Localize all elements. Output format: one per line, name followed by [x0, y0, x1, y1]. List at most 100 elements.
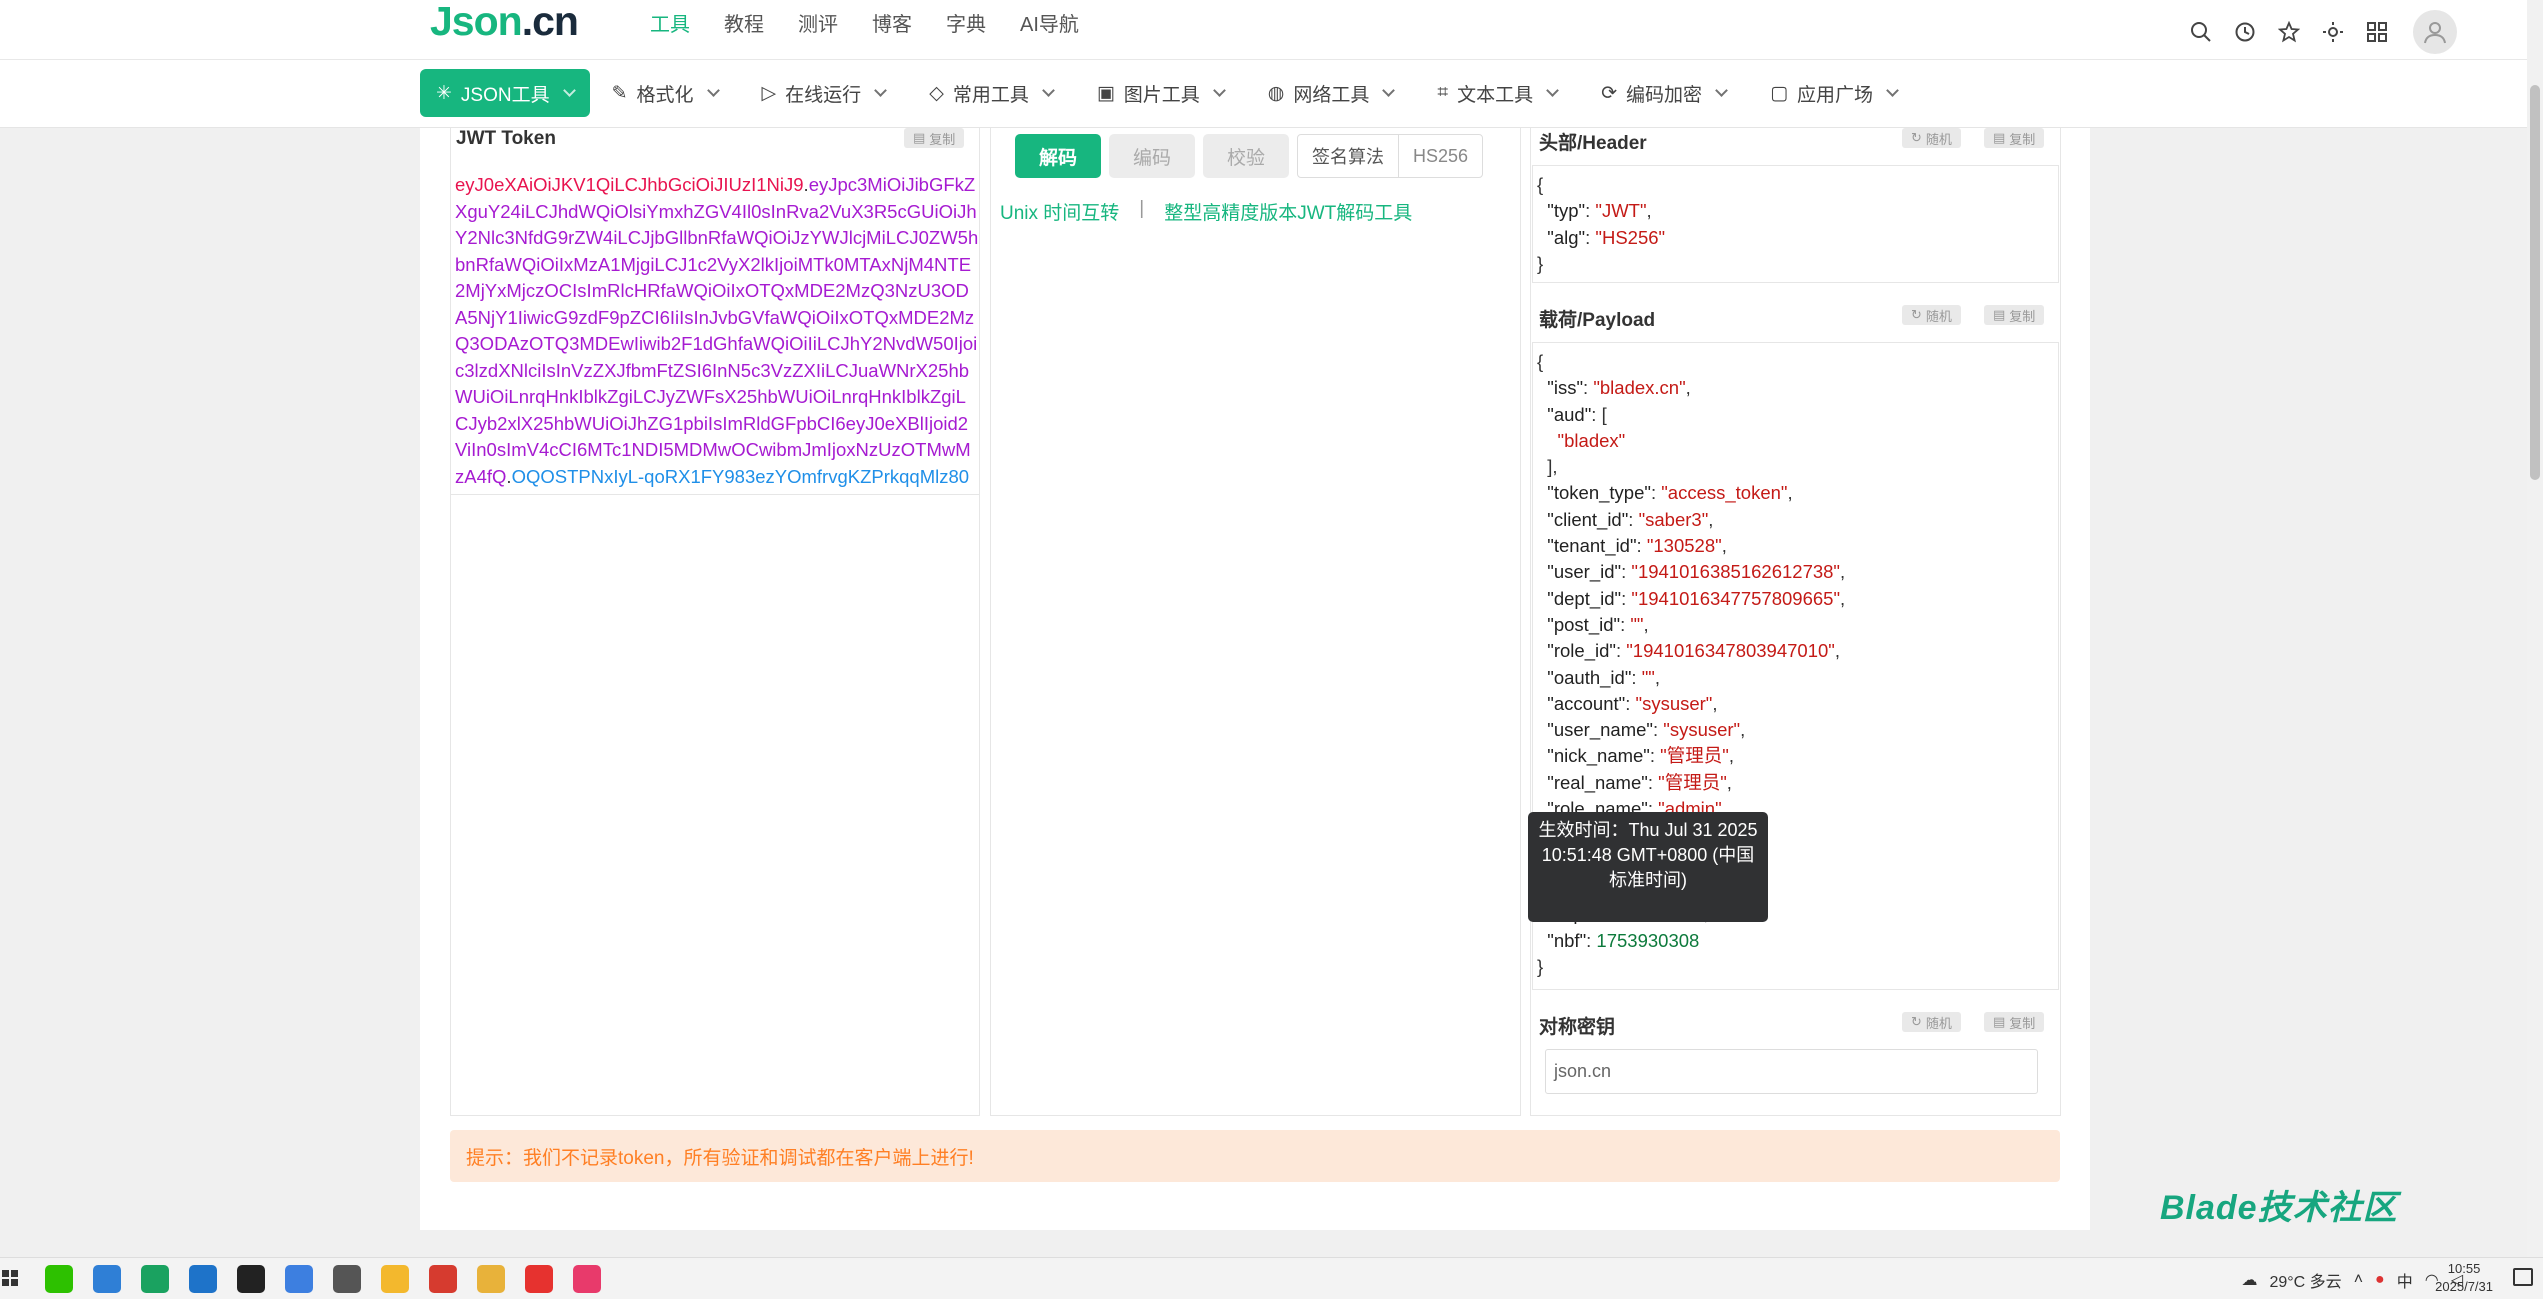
- toolnav-json-tools[interactable]: ✳ JSON工具: [420, 69, 590, 117]
- tray-chevron-icon[interactable]: ˄: [2354, 1271, 2363, 1289]
- app-pink-icon[interactable]: [573, 1265, 601, 1293]
- nav-tools[interactable]: 工具: [650, 8, 690, 37]
- json-string-value: "sysuser": [1635, 692, 1713, 714]
- nav-ai[interactable]: AI导航: [1020, 8, 1079, 37]
- ime-indicator[interactable]: 中: [2397, 1268, 2413, 1292]
- json-line: "real_name": "管理员",: [1537, 771, 1732, 793]
- wps-icon[interactable]: [429, 1265, 457, 1293]
- notification-icon[interactable]: [2513, 1268, 2533, 1286]
- apps-grid-icon[interactable]: [2363, 18, 2391, 46]
- toolnav-format[interactable]: ✎ 格式化: [590, 69, 740, 117]
- refresh-icon: ↻: [1911, 307, 1922, 322]
- json-string-value: "1941016347803947010": [1626, 640, 1835, 662]
- toolnav-label: 格式化: [636, 84, 694, 106]
- scrollbar-thumb[interactable]: [2530, 85, 2540, 480]
- random-label: 随机: [1925, 308, 1952, 324]
- weather-text[interactable]: 29°C 多云: [2269, 1268, 2341, 1292]
- wechat-icon[interactable]: [45, 1265, 73, 1293]
- json-key: "nbf": [1537, 929, 1587, 951]
- toolnav-app-plaza[interactable]: ▢ 应用广场: [1748, 69, 1919, 117]
- app-yellow-icon[interactable]: [477, 1265, 505, 1293]
- jetbrains-icon[interactable]: [237, 1265, 265, 1293]
- star-icon[interactable]: [2275, 18, 2303, 46]
- unix-time-link[interactable]: Unix 时间互转: [1000, 198, 1119, 225]
- site-logo[interactable]: Json.cn: [430, 0, 579, 44]
- chevron-down-icon: [706, 84, 720, 97]
- toolnav-run-online[interactable]: ▷ 在线运行: [740, 69, 908, 117]
- json-line: "tenant_id": "130528",: [1537, 535, 1727, 557]
- json-string-value: "access_token": [1661, 482, 1788, 504]
- header-random-button[interactable]: ↻ 随机: [1902, 128, 1961, 148]
- weather-icon: ☁: [2241, 1272, 2258, 1289]
- json-string-value: "1941016347757809665": [1631, 587, 1841, 609]
- header-copy-button[interactable]: ▤ 复制: [1984, 128, 2045, 148]
- chevron-down-icon: [1546, 84, 1559, 97]
- toolnav-encode-encrypt[interactable]: ⟳ 编码加密: [1579, 69, 1748, 117]
- page-scrollbar[interactable]: [2527, 0, 2543, 1257]
- algorithm-select[interactable]: 签名算法 HS256: [1297, 134, 1484, 178]
- jwt-token-title: JWT Token: [456, 128, 556, 149]
- app-green-icon[interactable]: [141, 1265, 169, 1293]
- payload-random-button[interactable]: ↻ 随机: [1902, 305, 1961, 325]
- toolnav-label: 图片工具: [1123, 84, 1200, 106]
- folder-icon[interactable]: [381, 1265, 409, 1293]
- header-title: 头部/Header: [1539, 133, 1647, 154]
- app-blue-icon[interactable]: [285, 1265, 313, 1293]
- chevron-down-icon: [1212, 84, 1226, 97]
- json-line: "client_id": "saber3",: [1537, 508, 1714, 530]
- json-line: "typ": "JWT",: [1537, 200, 1652, 222]
- start-icon[interactable]: [2, 1270, 18, 1286]
- token-copy-button[interactable]: ▤ 复制: [904, 128, 965, 148]
- nbf-tooltip: 生效时间：Thu Jul 31 2025 10:51:48 GMT+0800 (…: [1528, 812, 1768, 922]
- user-avatar[interactable]: [2413, 10, 2457, 54]
- chevron-down-icon: [1041, 84, 1055, 97]
- copy-icon: ▤: [1993, 1014, 2006, 1029]
- secret-key-input[interactable]: json.cn: [1545, 1049, 2038, 1094]
- privacy-notice: 提示：我们不记录token，所有验证和调试都在客户端上进行!: [450, 1130, 2060, 1182]
- toolnav-text-tools[interactable]: ⌗ 文本工具: [1415, 69, 1579, 117]
- app-red-icon[interactable]: [525, 1265, 553, 1293]
- clock-time: 10:55: [2447, 1261, 2481, 1276]
- toolnav-label: 在线运行: [785, 84, 862, 106]
- taskbar-clock[interactable]: 10:55 2025/7/31: [2435, 1260, 2493, 1296]
- clock-date: 2025/7/31: [2435, 1279, 2493, 1294]
- json-punct: ,: [1840, 561, 1846, 583]
- bag-icon: ▢: [1770, 82, 1789, 104]
- json-line: "nick_name": "管理员",: [1537, 745, 1734, 767]
- chevron-down-icon: [1886, 84, 1899, 97]
- jwt-token-input[interactable]: eyJ0eXAiOiJKV1QiLCJhbGciOiJIUzI1NiJ9.eyJ…: [455, 172, 979, 490]
- json-string-value: "bladex.cn": [1593, 377, 1686, 399]
- json-line: "aud": [: [1537, 403, 1607, 425]
- toolnav-common-tools[interactable]: ◇ 常用工具: [907, 69, 1075, 117]
- vscode-icon[interactable]: [189, 1265, 217, 1293]
- key-random-button[interactable]: ↻ 随机: [1902, 1012, 1961, 1032]
- toolnav-network-tools[interactable]: ◍ 网络工具: [1246, 69, 1416, 117]
- nav-dictionary[interactable]: 字典: [946, 8, 986, 37]
- tray-apps-icon[interactable]: ●: [2375, 1271, 2385, 1289]
- nav-reviews[interactable]: 测评: [798, 8, 838, 37]
- key-copy-button[interactable]: ▤ 复制: [1984, 1012, 2045, 1032]
- mode-tabs: 解码 编码 校验 签名算法 HS256: [1015, 134, 1484, 178]
- sublime-icon[interactable]: [333, 1265, 361, 1293]
- history-icon[interactable]: [2231, 18, 2259, 46]
- middle-panel: [990, 128, 1521, 1116]
- tool-nav: ✳ JSON工具 ✎ 格式化 ▷ 在线运行 ◇ 常用工具 ▣ 图片工具 ◍ 网络工具 ⌗ 文本…: [0, 60, 2527, 128]
- json-string-value: "bladex": [1537, 429, 1626, 451]
- json-key: "nick_name": [1537, 745, 1650, 767]
- nav-blog[interactable]: 博客: [872, 8, 912, 37]
- browser-icon[interactable]: [93, 1265, 121, 1293]
- toolnav-image-tools[interactable]: ▣ 图片工具: [1075, 69, 1246, 117]
- tab-encode[interactable]: 编码: [1109, 134, 1195, 178]
- tab-decode[interactable]: 解码: [1015, 134, 1101, 178]
- tab-verify[interactable]: 校验: [1203, 134, 1289, 178]
- json-punct: ,: [1787, 482, 1793, 504]
- search-icon[interactable]: [2187, 18, 2215, 46]
- logo-cn: .cn: [521, 0, 579, 44]
- theme-sun-icon[interactable]: [2319, 18, 2347, 46]
- token-payload-part: eyJpc3MiOiJibGFkZXguY24iLCJhdWQiOlsiYmxh…: [455, 174, 979, 487]
- nav-tutorials[interactable]: 教程: [724, 8, 764, 37]
- json-string-value: "130528": [1646, 535, 1722, 557]
- payload-copy-button[interactable]: ▤ 复制: [1984, 305, 2045, 325]
- bigint-jwt-link[interactable]: 整型高精度版本JWT解码工具: [1164, 198, 1412, 225]
- json-punct: {: [1537, 351, 1544, 372]
